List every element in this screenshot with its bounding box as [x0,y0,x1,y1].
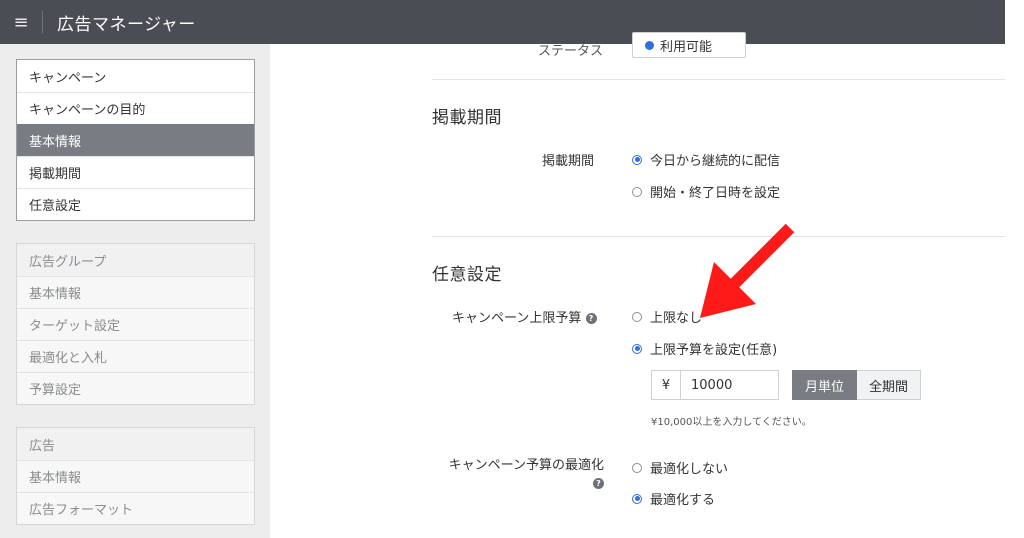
nav-item-campaign[interactable]: キャンペーン [17,60,254,92]
campaign-budget-label-text: キャンペーン上限予算 [452,311,582,326]
currency-prefix: ¥ [651,370,681,400]
campaign-budget-label: キャンペーン上限予算 ? [452,307,597,326]
radio-label: 最適化する [650,493,716,508]
nav-item-ad-basic-info[interactable]: 基本情報 [17,460,254,492]
sidebar: キャンペーン キャンペーンの目的 基本情報 掲載期間 任意設定 広告グループ 基… [0,44,270,538]
top-header: ≡ 広告マネージャー [0,0,1005,44]
radio-label: 上限予算を設定(任意) [650,343,778,358]
nav-item-campaign-basic-info[interactable]: 基本情報 [17,124,254,156]
budget-hint: ¥10,000以上を入力してください。 [651,417,812,428]
nav-item-campaign-objective[interactable]: キャンペーンの目的 [17,92,254,124]
radio-schedule-set-dates[interactable]: 開始・終了日時を設定 [632,182,780,201]
nav-item-adgroup-budget[interactable]: 予算設定 [17,372,254,404]
right-gutter [1005,0,1024,538]
period-total-button[interactable]: 全期間 [857,370,922,400]
nav-item-campaign-schedule[interactable]: 掲載期間 [17,156,254,188]
status-select[interactable]: 利用可能 [632,32,746,58]
radio-label: 開始・終了日時を設定 [650,186,781,201]
budget-input-row: ¥ 月単位 全期間 [651,370,922,400]
hamburger-icon[interactable]: ≡ [0,0,42,44]
radio-label: 今日から継続的に配信 [650,154,781,169]
radio-checked-icon [632,154,642,165]
nav-item-campaign-optional[interactable]: 任意設定 [17,188,254,220]
status-dot-icon [645,40,654,50]
nav-item-adgroup-basic-info[interactable]: 基本情報 [17,276,254,308]
app-title: 広告マネージャー [57,14,196,35]
nav-item-ad-group[interactable]: 広告グループ [17,244,254,276]
status-value: 利用可能 [660,39,713,55]
radio-optimize-off[interactable]: 最適化しない [632,458,728,477]
question-circle-icon[interactable]: ? [585,313,597,324]
radio-unchecked-icon [632,186,642,197]
schedule-field-label: 掲載期間 [542,154,595,169]
budget-amount-input[interactable] [681,370,779,400]
radio-label: 最適化しない [650,462,729,477]
question-circle-icon[interactable]: ? [593,478,604,489]
nav-group-campaign: キャンペーン キャンペーンの目的 基本情報 掲載期間 任意設定 [16,59,255,221]
radio-optimize-on[interactable]: 最適化する [632,489,715,508]
radio-unchecked-icon [632,311,642,322]
nav-item-adgroup-targeting[interactable]: ターゲット設定 [17,308,254,340]
period-monthly-button[interactable]: 月単位 [792,370,858,400]
optional-section-title: 任意設定 [432,265,502,285]
status-label: ステータス [538,44,604,59]
section-divider [432,79,1005,80]
radio-budget-set-limit[interactable]: 上限予算を設定(任意) [632,339,777,358]
radio-schedule-continuous[interactable]: 今日から継続的に配信 [632,150,780,169]
nav-item-ad[interactable]: 広告 [17,428,254,460]
nav-group-ad: 広告 基本情報 広告フォーマット [16,427,255,525]
radio-unchecked-icon [632,462,642,473]
nav-item-ad-format[interactable]: 広告フォーマット [17,492,254,524]
red-arrow-icon [700,223,795,318]
budget-optimization-label-text: キャンペーン予算の最適化 [448,458,604,473]
budget-optimization-label: キャンペーン予算の最適化 ? [440,457,604,493]
radio-checked-icon [632,343,642,354]
main-content: ステータス 利用可能 掲載期間 掲載期間 今日から継続的に配信 開始・終了日時を… [270,32,1005,538]
schedule-section-title: 掲載期間 [432,108,502,128]
radio-checked-icon [632,493,642,504]
header-divider [42,11,43,33]
nav-item-adgroup-bidding[interactable]: 最適化と入札 [17,340,254,372]
nav-group-ad-group: 広告グループ 基本情報 ターゲット設定 最適化と入札 予算設定 [16,243,255,405]
